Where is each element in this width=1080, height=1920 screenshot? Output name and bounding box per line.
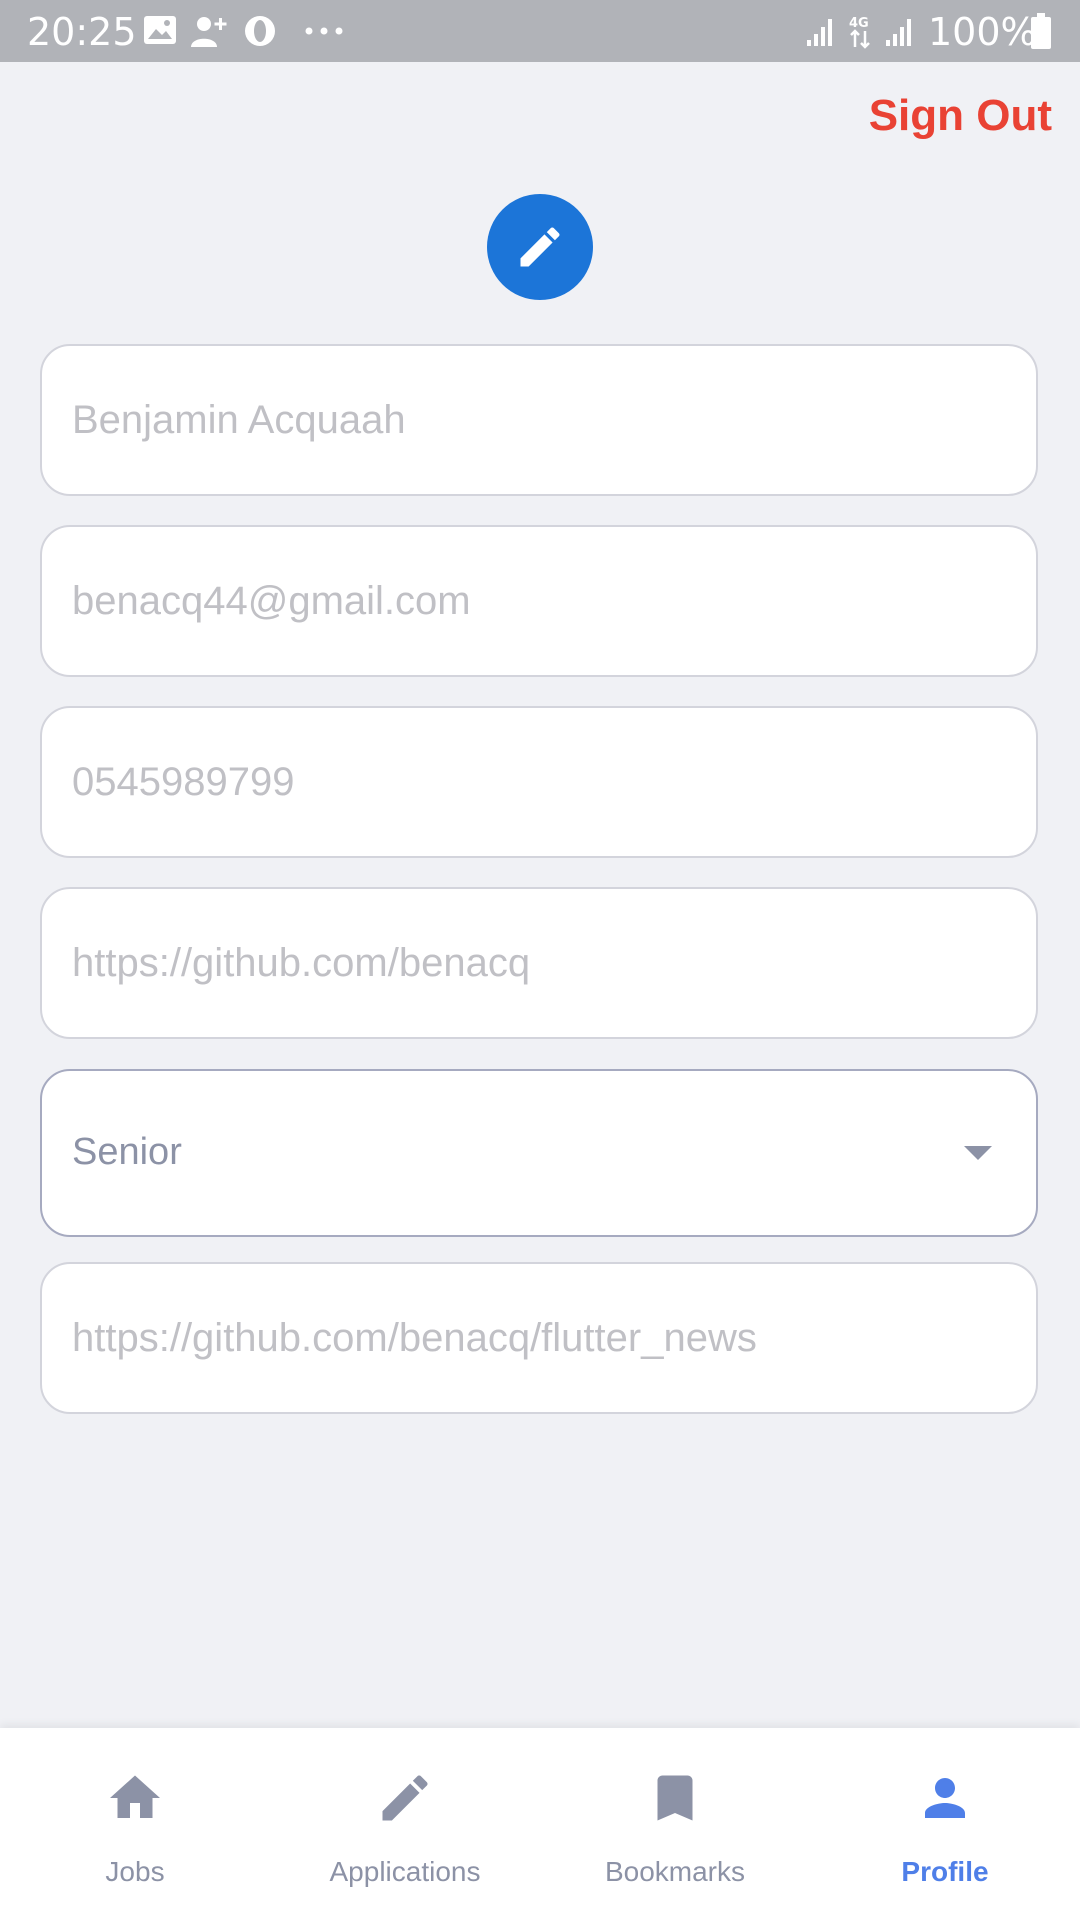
nav-item-profile[interactable]: Profile <box>810 1728 1080 1920</box>
project-link-input[interactable] <box>72 1264 1002 1412</box>
home-icon <box>110 1775 160 1818</box>
image-icon <box>144 16 176 44</box>
person-icon <box>925 1778 965 1818</box>
sign-out-button[interactable]: Sign Out <box>869 90 1052 142</box>
nav-item-jobs[interactable]: Jobs <box>0 1728 270 1920</box>
status-bar: 20:25 4G 100% <box>0 0 1080 62</box>
dropdown-arrow-icon <box>964 1146 992 1160</box>
nav-label-bookmarks: Bookmarks <box>604 1856 746 1887</box>
email-field-container <box>40 525 1038 677</box>
project-field-container <box>40 1262 1038 1414</box>
bottom-navigation: Jobs Applications Bookmarks Profile <box>0 1728 1080 1920</box>
level-dropdown-value: Senior <box>72 1131 182 1173</box>
svg-text:4G: 4G <box>849 16 869 31</box>
signal-4g-icon: 4G <box>849 16 870 49</box>
opera-icon <box>245 16 275 46</box>
nav-item-bookmarks[interactable]: Bookmarks <box>540 1728 810 1920</box>
add-contact-icon <box>191 17 227 47</box>
nav-label-jobs: Jobs <box>105 1856 165 1887</box>
pencil-icon <box>520 227 560 267</box>
battery-percentage: 100% <box>928 10 1037 54</box>
battery-icon <box>1031 13 1051 49</box>
signal-icon <box>886 19 911 46</box>
more-dots-icon <box>305 27 343 35</box>
nav-item-applications[interactable]: Applications <box>270 1728 540 1920</box>
phone-input[interactable] <box>72 708 1002 856</box>
nav-label-applications: Applications <box>329 1856 481 1887</box>
bookmark-icon <box>657 1775 693 1821</box>
name-field-container <box>40 344 1038 496</box>
signal-icon <box>807 19 832 46</box>
status-time: 20:25 <box>27 10 137 54</box>
phone-field-container <box>40 706 1038 858</box>
github-field-container <box>40 887 1038 1039</box>
email-input[interactable] <box>72 527 1002 675</box>
edit-profile-button[interactable] <box>487 194 593 300</box>
nav-label-profile: Profile <box>901 1856 989 1887</box>
pencil-icon <box>382 1775 428 1821</box>
github-input[interactable] <box>72 889 1002 1037</box>
level-dropdown[interactable]: Senior <box>40 1069 1038 1237</box>
name-input[interactable] <box>72 346 1002 494</box>
